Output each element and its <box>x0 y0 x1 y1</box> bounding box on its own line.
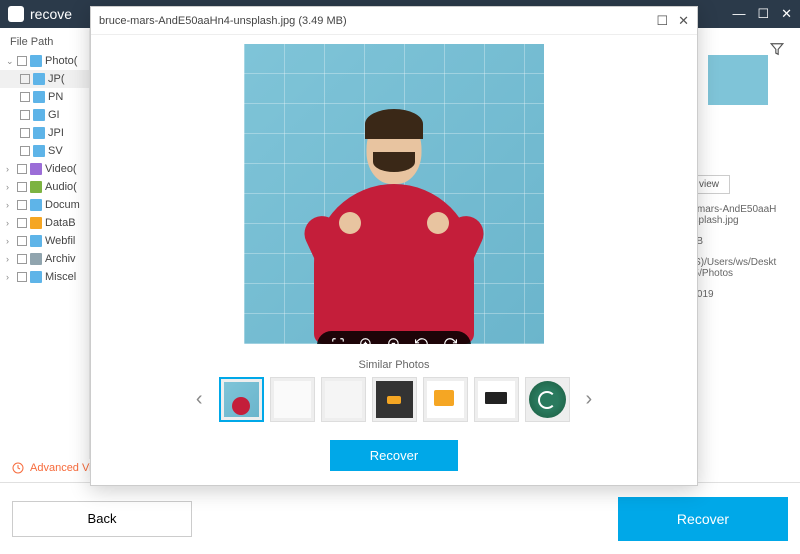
preview-window-controls: ☐ ✕ <box>656 13 689 29</box>
tree-item-database[interactable]: ›DataB <box>0 214 89 232</box>
tree-item-photo[interactable]: ⌄Photo( <box>0 52 89 70</box>
preview-footer: Recover <box>91 432 697 485</box>
tree-item-misc[interactable]: ›Miscel <box>0 268 89 286</box>
similar-thumb[interactable] <box>270 377 315 422</box>
preview-image <box>244 44 544 344</box>
zoom-in-icon[interactable] <box>359 337 373 344</box>
logo-text: recove <box>30 6 72 22</box>
recover-button-modal[interactable]: Recover <box>330 440 458 471</box>
sidebar-header: File Path <box>0 32 89 52</box>
similar-photos-section: Similar Photos ‹ › <box>91 353 697 432</box>
tree-item-jpeg[interactable]: JPI <box>0 124 89 142</box>
carousel-prev-icon[interactable]: ‹ <box>190 388 209 411</box>
preview-title: bruce-mars-AndE50aaHn4-unsplash.jpg (3.4… <box>99 15 347 27</box>
similar-thumb[interactable] <box>219 377 264 422</box>
tree-item-png[interactable]: PN <box>0 88 89 106</box>
tree-item-svg[interactable]: SV <box>0 142 89 160</box>
sidebar: File Path ⌄Photo( JP( PN GI JPI SV ›Vide… <box>0 28 90 459</box>
similar-thumb[interactable] <box>423 377 468 422</box>
detail-path: FS)/Users/ws/Deskt 85/Photos <box>688 257 788 279</box>
preview-header: bruce-mars-AndE50aaHn4-unsplash.jpg (3.4… <box>91 7 697 35</box>
similar-thumb[interactable] <box>525 377 570 422</box>
image-toolbar <box>317 331 471 344</box>
maximize-icon[interactable]: ☐ <box>757 6 769 22</box>
tree-item-archive[interactable]: ›Archiv <box>0 250 89 268</box>
preview-close-icon[interactable]: ✕ <box>678 13 689 29</box>
preview-maximize-icon[interactable]: ☐ <box>656 13 668 29</box>
preview-image-area <box>91 35 697 353</box>
minimize-icon[interactable]: — <box>732 6 745 22</box>
bottom-bar: Back Recover <box>0 482 800 554</box>
rotate-right-icon[interactable] <box>443 337 457 344</box>
similar-thumb[interactable] <box>321 377 366 422</box>
similar-thumb[interactable] <box>372 377 417 422</box>
detail-filename: e-mars-AndE50aaH nsplash.jpg <box>688 204 788 226</box>
tree-item-document[interactable]: ›Docum <box>0 196 89 214</box>
thumbnail-strip <box>219 377 570 422</box>
logo-icon <box>8 6 24 22</box>
app-logo: recove <box>8 6 72 22</box>
tree-item-video[interactable]: ›Video( <box>0 160 89 178</box>
preview-modal: bruce-mars-AndE50aaHn4-unsplash.jpg (3.4… <box>90 6 698 486</box>
recover-button[interactable]: Recover <box>618 497 788 541</box>
file-details-panel: view e-mars-AndE50aaH nsplash.jpg MB FS)… <box>688 55 788 300</box>
back-button[interactable]: Back <box>12 501 192 537</box>
carousel-next-icon[interactable]: › <box>580 388 599 411</box>
tree-item-webfiles[interactable]: ›Webfil <box>0 232 89 250</box>
tree-item-gif[interactable]: GI <box>0 106 89 124</box>
similar-thumb[interactable] <box>474 377 519 422</box>
fit-screen-icon[interactable] <box>331 337 345 344</box>
similar-photos-label: Similar Photos <box>111 359 677 371</box>
detail-size: MB <box>688 236 788 247</box>
tree-item-audio[interactable]: ›Audio( <box>0 178 89 196</box>
rotate-left-icon[interactable] <box>415 337 429 344</box>
detail-thumbnail <box>708 55 768 105</box>
close-icon[interactable]: ✕ <box>781 6 792 22</box>
zoom-out-icon[interactable] <box>387 337 401 344</box>
window-controls: — ☐ ✕ <box>732 6 792 22</box>
detail-date: -2019 <box>688 289 788 300</box>
similar-carousel: ‹ › <box>111 377 677 422</box>
file-tree: ⌄Photo( JP( PN GI JPI SV ›Video( ›Audio(… <box>0 52 89 286</box>
tree-item-jpg[interactable]: JP( <box>0 70 89 88</box>
